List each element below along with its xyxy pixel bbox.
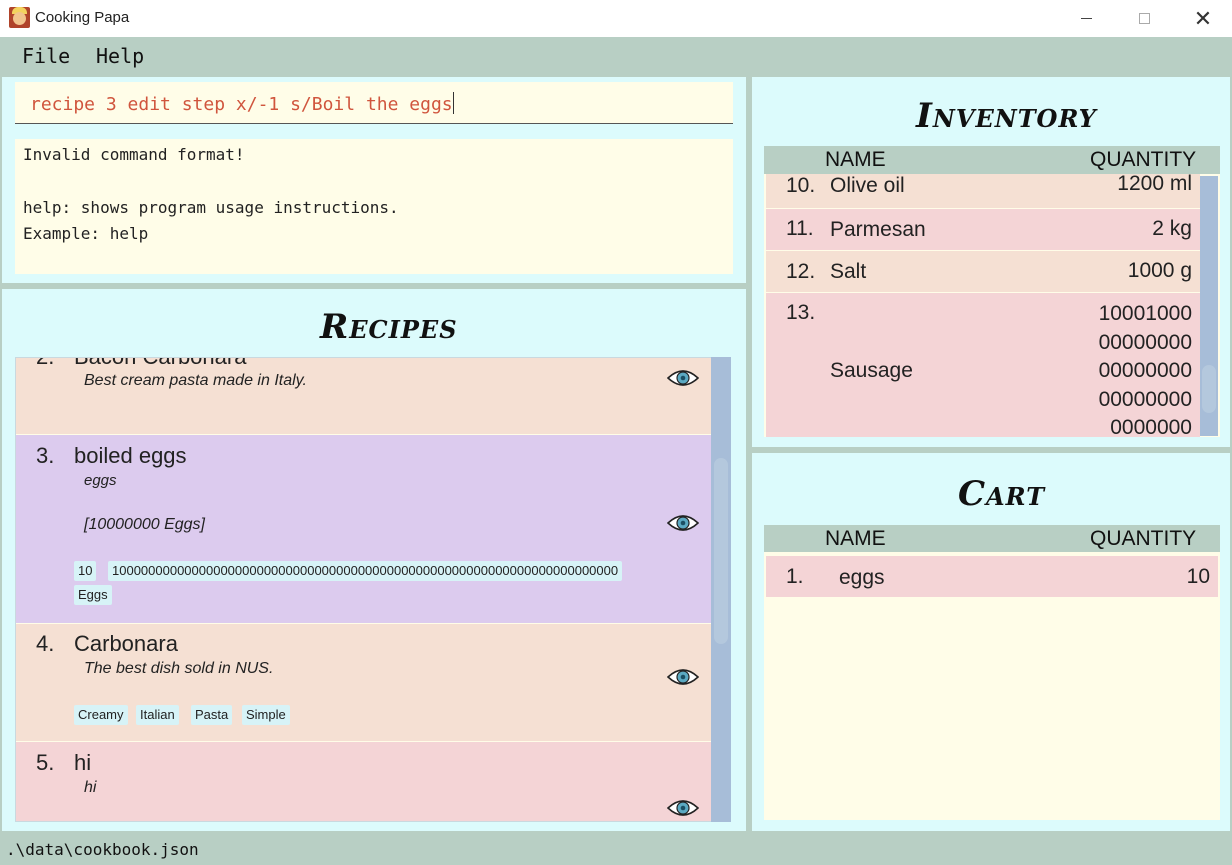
recipe-tag: 1000000000000000000000000000000000000000… bbox=[108, 561, 623, 581]
recipe-card[interactable]: 2. Bacon Carbonara Best cream pasta made… bbox=[16, 358, 713, 434]
recipe-description: The best dish sold in NUS. bbox=[84, 660, 274, 677]
close-icon: ✕ bbox=[1193, 5, 1213, 31]
recipe-description: Best cream pasta made in Italy. bbox=[84, 372, 307, 389]
cart-item-quantity: 10 bbox=[1186, 565, 1210, 588]
inventory-index: 10. bbox=[786, 174, 816, 197]
cart-list[interactable]: 1. eggs 10 bbox=[764, 552, 1220, 820]
recipe-tag: Eggs bbox=[74, 585, 112, 605]
recipe-name: boiled eggs bbox=[74, 443, 187, 468]
recipe-tag: 10 bbox=[74, 561, 97, 581]
inventory-heading: Inventory bbox=[916, 96, 1097, 136]
maximize-icon bbox=[1138, 13, 1150, 24]
recipe-index: 4. bbox=[36, 631, 55, 656]
result-line: help: shows program usage instructions. bbox=[23, 198, 399, 217]
view-recipe-eye-icon[interactable] bbox=[667, 667, 699, 687]
inventory-quantity: 2 kg bbox=[1152, 217, 1192, 240]
quantity-line: 10001000 bbox=[1098, 302, 1192, 325]
command-input[interactable]: recipe 3 edit step x/-1 s/Boil the eggs bbox=[15, 82, 733, 124]
cart-index: 1. bbox=[786, 565, 804, 588]
recipe-scrollbar-thumb[interactable] bbox=[714, 458, 728, 644]
recipe-card[interactable]: 3. boiled eggs eggs [10000000 Eggs] 10 1… bbox=[16, 435, 713, 623]
recipe-list[interactable]: 2. Bacon Carbonara Best cream pasta made… bbox=[15, 357, 731, 822]
recipe-name: Bacon Carbonara bbox=[74, 358, 246, 370]
inventory-row[interactable]: 13. Sausage 10001000 00000000 00000000 0… bbox=[766, 293, 1200, 437]
menu-help[interactable]: Help bbox=[96, 44, 144, 68]
recipe-description: eggs bbox=[84, 472, 117, 489]
close-button[interactable]: ✕ bbox=[1174, 0, 1232, 37]
cart-row[interactable]: 1. eggs 10 bbox=[766, 556, 1218, 597]
inventory-row[interactable]: 11. Parmesan 2 kg bbox=[766, 209, 1200, 250]
data-file-path: .\data\cookbook.json bbox=[6, 840, 199, 859]
recipe-tag: Italian bbox=[136, 705, 179, 725]
cart-quantity-column: QUANTITY bbox=[1090, 527, 1197, 550]
inventory-quantity-column: QUANTITY bbox=[1090, 148, 1197, 171]
inventory-quantity: 1000 g bbox=[1127, 259, 1192, 282]
cart-item-name: eggs bbox=[839, 566, 885, 589]
recipe-name: Carbonara bbox=[74, 631, 178, 656]
view-recipe-eye-icon[interactable] bbox=[667, 798, 699, 818]
recipe-index: 5. bbox=[36, 750, 55, 775]
recipe-tag: Creamy bbox=[74, 705, 128, 725]
inventory-row[interactable]: 10. Olive oil 1200 ml bbox=[766, 174, 1200, 208]
inventory-table-header: NAME QUANTITY bbox=[764, 146, 1220, 174]
view-recipe-eye-icon[interactable] bbox=[667, 368, 699, 388]
recipe-ingredients: [10000000 Eggs] bbox=[84, 516, 205, 533]
inventory-name: Salt bbox=[830, 260, 867, 283]
cart-name-column: NAME bbox=[825, 527, 886, 550]
title-bar: Cooking Papa ✕ bbox=[0, 0, 1232, 37]
command-text: recipe 3 edit step x/-1 s/Boil the eggs bbox=[30, 94, 453, 115]
quantity-line: 00000000 bbox=[1098, 387, 1192, 411]
recipe-tag: Simple bbox=[242, 705, 290, 725]
inventory-name: Parmesan bbox=[830, 218, 926, 241]
inventory-list[interactable]: 10. Olive oil 1200 ml 11. Parmesan 2 kg … bbox=[764, 174, 1220, 437]
inventory-name: Sausage bbox=[830, 359, 913, 382]
minimize-icon bbox=[1080, 18, 1092, 19]
minimize-button[interactable] bbox=[1057, 0, 1115, 37]
quantity-line: 00000000 bbox=[1098, 359, 1192, 382]
text-caret bbox=[452, 92, 454, 114]
result-display: Invalid command format! help: shows prog… bbox=[15, 139, 733, 274]
inventory-index: 13. bbox=[786, 301, 816, 324]
app-logo-icon bbox=[9, 7, 30, 28]
recipe-description: hi bbox=[84, 779, 97, 796]
recipe-index: 3. bbox=[36, 443, 55, 468]
recipe-name: hi bbox=[74, 750, 92, 775]
recipe-card[interactable]: 4. Carbonara The best dish sold in NUS. … bbox=[16, 624, 713, 741]
recipe-card[interactable]: 5. hi hi bbox=[16, 742, 713, 821]
recipe-tag: Pasta bbox=[191, 705, 233, 725]
maximize-button[interactable] bbox=[1115, 0, 1173, 37]
recipe-index: 2. bbox=[36, 358, 54, 370]
cart-heading: Cart bbox=[958, 474, 1046, 514]
inventory-name-column: NAME bbox=[825, 148, 886, 171]
recipes-heading: Recipes bbox=[320, 307, 458, 347]
inventory-row[interactable]: 12. Salt 1000 g bbox=[766, 251, 1200, 292]
inventory-name: Olive oil bbox=[830, 174, 905, 197]
result-line: Invalid command format! bbox=[23, 145, 245, 164]
inventory-quantity: 10001000 00000000 00000000 00000000 0000… bbox=[1099, 300, 1192, 437]
cart-table-header: NAME QUANTITY bbox=[764, 525, 1220, 553]
result-line: Example: help bbox=[23, 224, 149, 243]
inventory-index: 12. bbox=[786, 260, 816, 283]
quantity-line: 0000000 bbox=[1110, 416, 1192, 437]
quantity-line: 00000000 bbox=[1098, 330, 1192, 354]
menu-bar: File Help bbox=[0, 37, 1232, 75]
inventory-quantity: 1200 ml bbox=[1117, 174, 1192, 195]
window-title: Cooking Papa bbox=[35, 9, 130, 26]
inventory-scrollbar-thumb[interactable] bbox=[1202, 365, 1216, 413]
status-bar: .\data\cookbook.json bbox=[0, 835, 1232, 865]
inventory-index: 11. bbox=[786, 217, 814, 240]
view-recipe-eye-icon[interactable] bbox=[667, 513, 699, 533]
menu-file[interactable]: File bbox=[22, 44, 70, 68]
